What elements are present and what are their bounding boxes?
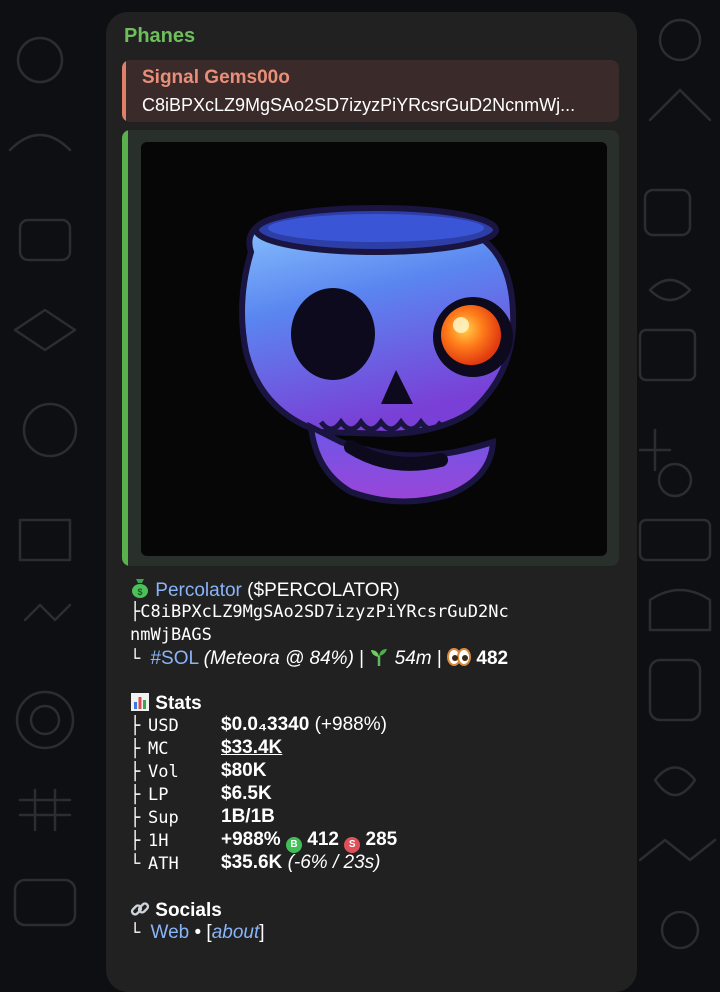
sell-icon: S [344, 837, 361, 853]
tree-branch: ├ [130, 785, 141, 805]
stat-label-ath: ATH [148, 854, 179, 874]
ath-value: $35.6K [221, 852, 283, 873]
about-link[interactable]: about [212, 922, 260, 943]
tree-branch: ├ [130, 762, 141, 782]
token-ticker: ($PERCOLATOR) [247, 580, 400, 601]
token-name-link[interactable]: Percolator [155, 580, 242, 601]
stat-label-lp: LP [148, 785, 169, 805]
stat-value-1h: +988% B 412 S 285 [221, 829, 397, 853]
separator: | [359, 648, 365, 669]
stat-label-sup: Sup [148, 808, 179, 828]
bar-chart-icon [130, 692, 150, 718]
skull-mug-illustration [239, 205, 517, 505]
token-meta-row: └ #SOL (Meteora @ 84%) | 54m | 482 [130, 647, 508, 673]
dex-prefix: (Meteora @ [203, 648, 310, 669]
stat-value-sup: 1B/1B [221, 806, 275, 827]
tree-branch: ├ [130, 831, 141, 851]
address-row-2[interactable]: nmWjBAGS [130, 625, 212, 645]
stat-value-ath: $35.6K (-6% / 23s) [221, 852, 380, 874]
buy-icon: B [285, 837, 302, 853]
web-link[interactable]: Web [150, 922, 189, 943]
tree-branch: └ [130, 649, 151, 669]
reply-preview[interactable]: Signal Gems00o C8iBPXcLZ9MgSAo2SD7izyzPi… [122, 60, 619, 122]
buy-count: 412 [307, 829, 339, 850]
tree-branch: └ [130, 923, 151, 943]
ath-change: (-6% / 23s) [287, 852, 381, 873]
tree-branch: ├ [130, 739, 141, 759]
seedling-icon [369, 647, 389, 673]
stat-label-mc: MC [148, 739, 169, 759]
socials-title: Socials [155, 900, 222, 921]
token-age: 54m [394, 648, 432, 669]
dex-percent: 84% [309, 648, 348, 669]
reply-title: Signal Gems00o [142, 67, 290, 88]
tree-branch: └ [130, 854, 141, 874]
tree-branch: ├ [130, 716, 141, 736]
eyes-icon [447, 647, 472, 673]
separator-2: | [436, 648, 442, 669]
chain-tag-link[interactable]: #SOL [150, 648, 198, 669]
market-cap-link[interactable]: $33.4K [221, 737, 282, 759]
money-bag-icon: $ [130, 577, 150, 605]
token-image[interactable] [141, 142, 607, 556]
hour-change: +988% [221, 829, 281, 850]
sell-count: 285 [365, 829, 398, 850]
socials-row: └ Web • [about] [130, 922, 265, 944]
stat-label-vol: Vol [148, 762, 179, 782]
stats-title: Stats [155, 693, 202, 714]
price-value: $0.0₄3340 [221, 714, 310, 735]
sender-name[interactable]: Phanes [124, 25, 195, 48]
stat-label-usd: USD [148, 716, 179, 736]
stat-label-1h: 1H [148, 831, 169, 851]
stat-value-vol: $80K [221, 760, 267, 781]
reply-accent-bar [122, 60, 126, 122]
stats-header: Stats [130, 692, 202, 718]
link-preview[interactable] [122, 130, 619, 566]
stat-value-usd: $0.0₄3340 (+988%) [221, 714, 387, 736]
price-change: (+988%) [314, 714, 387, 735]
dex-suffix: ) [347, 648, 354, 669]
preview-accent-bar [122, 130, 128, 566]
tree-branch: ├ [130, 808, 141, 828]
holders-count: 482 [476, 648, 509, 669]
reply-text: C8iBPXcLZ9MgSAo2SD7izyzPiYRcsrGuD2NcnmWj… [142, 95, 576, 115]
dex-info: (Meteora @ 84%) [204, 648, 354, 669]
stat-value-lp: $6.5K [221, 783, 272, 804]
svg-text:$: $ [137, 587, 142, 597]
token-header: $ Percolator ($PERCOLATOR) [130, 577, 400, 605]
address-row-1[interactable]: ├C8iBPXcLZ9MgSAo2SD7izyzPiYRcsrGuD2Nc [130, 602, 509, 622]
token-address[interactable]: C8iBPXcLZ9MgSAo2SD7izyzPiYRcsrGuD2Nc [140, 602, 508, 622]
socials-close: ] [259, 922, 265, 943]
token-address-cont[interactable]: nmWjBAGS [130, 625, 212, 645]
socials-separator: • [ [189, 922, 212, 943]
